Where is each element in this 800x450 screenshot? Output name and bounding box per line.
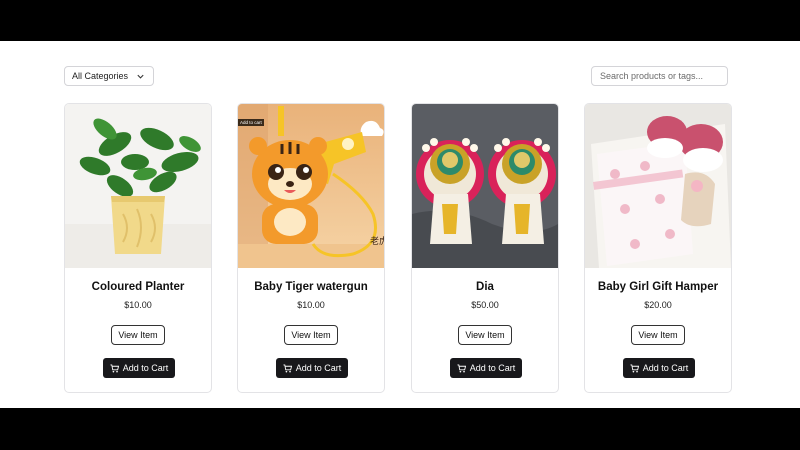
product-card: Baby Girl Gift Hamper $20.00 View Item A… (584, 103, 732, 393)
product-image-gift-hamper[interactable] (585, 104, 731, 268)
product-price: $20.00 (644, 300, 672, 310)
add-to-cart-button[interactable]: Add to Cart (450, 358, 522, 378)
cart-icon (630, 363, 639, 372)
letterbox-bottom (0, 408, 800, 450)
shop-page: All Categories Search products or tags..… (0, 41, 800, 408)
add-to-cart-label: Add to Cart (642, 363, 689, 373)
product-price: $50.00 (471, 300, 499, 310)
product-name[interactable]: Baby Tiger watergun (238, 281, 384, 293)
image-tag: Add to cart (238, 119, 264, 126)
add-to-cart-button[interactable]: Add to Cart (276, 358, 348, 378)
product-image-tiger-watergun[interactable]: 老虎 Add to cart (238, 104, 384, 268)
cart-icon (110, 363, 119, 372)
cart-icon (283, 363, 292, 372)
product-name[interactable]: Baby Girl Gift Hamper (585, 281, 731, 293)
product-card: Coloured Planter $10.00 View Item Add to… (64, 103, 212, 393)
view-item-button[interactable]: View Item (284, 325, 338, 345)
add-to-cart-button[interactable]: Add to Cart (623, 358, 695, 378)
product-card: Dia $50.00 View Item Add to Cart (411, 103, 559, 393)
view-item-button[interactable]: View Item (111, 325, 165, 345)
svg-text:老虎: 老虎 (370, 235, 384, 247)
cart-icon (457, 363, 466, 372)
product-image-dia[interactable] (412, 104, 558, 268)
search-input[interactable] (591, 66, 728, 86)
product-price: $10.00 (124, 300, 152, 310)
letterbox-top (0, 0, 800, 41)
product-name[interactable]: Dia (412, 281, 558, 293)
view-item-button[interactable]: View Item (631, 325, 685, 345)
product-name[interactable]: Coloured Planter (65, 281, 211, 293)
add-to-cart-label: Add to Cart (469, 363, 516, 373)
category-filter-select[interactable]: All Categories (64, 66, 154, 86)
add-to-cart-label: Add to Cart (122, 363, 169, 373)
add-to-cart-button[interactable]: Add to Cart (103, 358, 175, 378)
product-image-planter[interactable] (65, 104, 211, 268)
category-filter-label: All Categories (72, 71, 129, 81)
product-price: $10.00 (297, 300, 325, 310)
view-item-button[interactable]: View Item (458, 325, 512, 345)
add-to-cart-label: Add to Cart (295, 363, 342, 373)
product-card: 老虎 Add to cart Baby Tiger watergun $10.0… (237, 103, 385, 393)
chevron-down-icon (137, 74, 144, 79)
